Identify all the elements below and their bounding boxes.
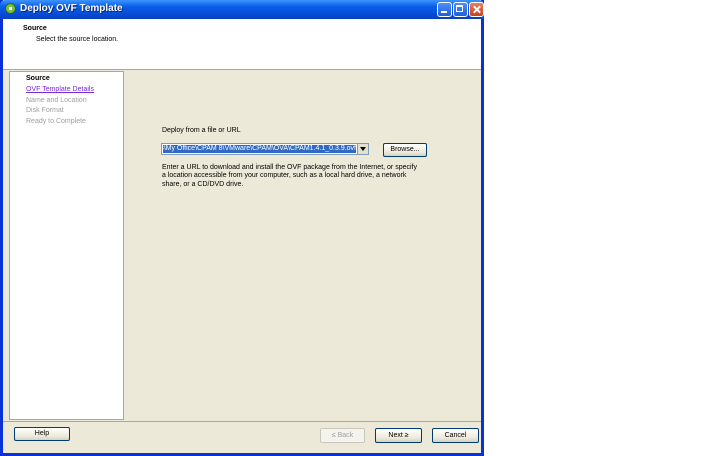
cancel-button[interactable]: Cancel xyxy=(432,428,479,443)
browse-button[interactable]: Browse... xyxy=(383,143,427,157)
wizard-header: Source Select the source location. xyxy=(3,19,481,70)
nav-item-name-and-location: Name and Location xyxy=(26,97,87,104)
wizard-content: Deploy from a file or URL C:\Users\Publi… xyxy=(126,71,481,420)
vsphere-app-icon xyxy=(5,3,16,14)
source-location-combobox[interactable]: C:\Users\Public\Documents\My Office\CPAM… xyxy=(161,143,369,155)
chevron-down-icon[interactable] xyxy=(357,144,368,154)
wizard-steps-nav: Source OVF Template Details Name and Loc… xyxy=(9,71,124,420)
back-button: ≤ Back xyxy=(320,428,365,443)
source-description: Enter a URL to download and install the … xyxy=(162,164,417,188)
close-button[interactable] xyxy=(469,2,484,17)
minimize-button[interactable] xyxy=(437,2,452,17)
nav-item-ready-to-complete: Ready to Complete xyxy=(26,118,86,125)
deploy-ovf-window: Deploy OVF Template Source Select the so… xyxy=(0,0,484,456)
deploy-source-label: Deploy from a file or URL xyxy=(162,127,241,134)
nav-item-disk-format: Disk Format xyxy=(26,107,64,114)
nav-item-ovf-template-details[interactable]: OVF Template Details xyxy=(26,86,94,93)
step-subtitle: Select the source location. xyxy=(36,36,119,43)
window-title: Deploy OVF Template xyxy=(20,3,123,14)
help-button[interactable]: Help xyxy=(14,427,70,441)
maximize-button[interactable] xyxy=(453,2,468,17)
step-title: Source xyxy=(23,25,47,32)
next-button[interactable]: Next ≥ xyxy=(375,428,422,443)
source-location-value[interactable]: C:\Users\Public\Documents\My Office\CPAM… xyxy=(163,145,356,153)
nav-item-source: Source xyxy=(26,75,50,82)
title-bar[interactable]: Deploy OVF Template xyxy=(0,0,484,19)
footer-divider xyxy=(3,421,481,422)
